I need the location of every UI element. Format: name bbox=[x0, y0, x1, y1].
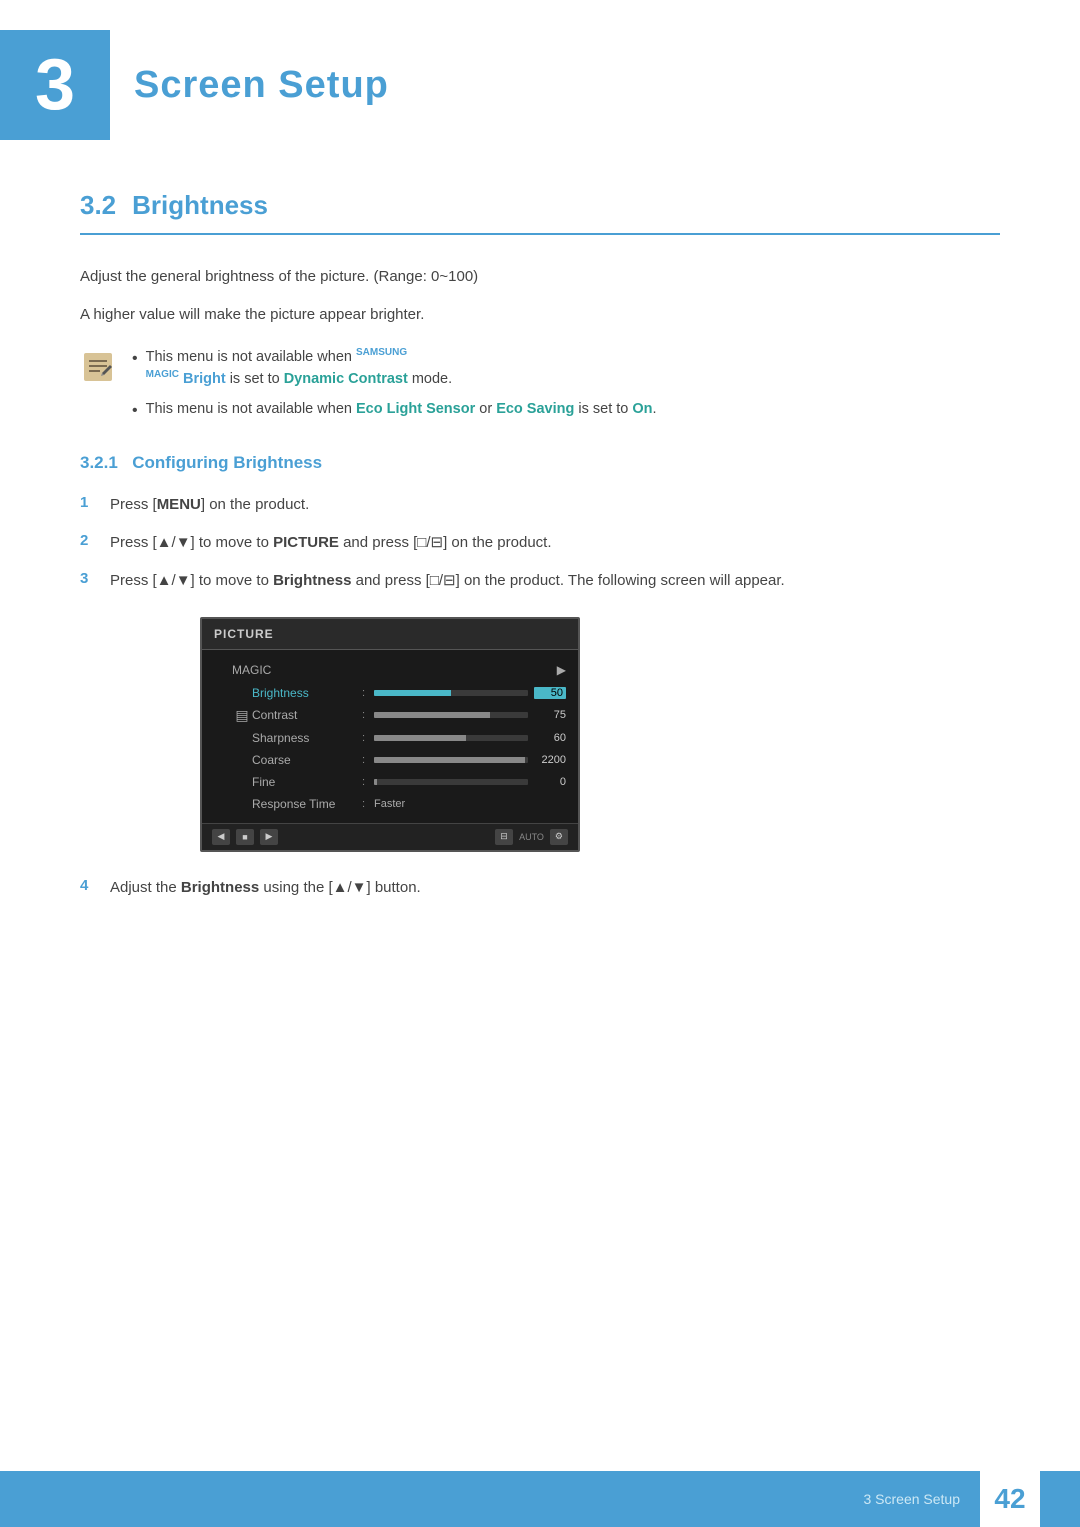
osd-coarse-fill bbox=[374, 757, 525, 763]
step-2-number: 2 bbox=[80, 531, 110, 549]
osd-screen: PICTURE MAGIC ▶ Brightness : bbox=[200, 617, 580, 852]
note-lines: This menu is not available when SAMSUNGM… bbox=[132, 347, 657, 423]
osd-btn-right: ▶ bbox=[260, 829, 278, 845]
osd-row-coarse: Coarse : 2200 bbox=[202, 749, 578, 771]
osd-contrast-bar-container: 75 bbox=[374, 709, 566, 721]
step-4-text: Adjust the Brightness using the [▲/▼] bu… bbox=[110, 876, 421, 900]
osd-row-fine: Fine : 0 bbox=[202, 771, 578, 793]
osd-contrast-icon-area: ▤ bbox=[232, 707, 252, 724]
page-number: 42 bbox=[994, 1483, 1025, 1515]
step-1-text: Press [MENU] on the product. bbox=[110, 493, 309, 517]
footer-section-label: 3 Screen Setup bbox=[0, 1491, 980, 1507]
osd-btn-left: ◀ bbox=[212, 829, 230, 845]
subsection-number: 3.2.1 bbox=[80, 453, 118, 472]
on-label: On bbox=[632, 401, 652, 417]
osd-coarse-bar bbox=[374, 757, 528, 763]
osd-coarse-bar-container: 2200 bbox=[374, 754, 566, 766]
section-title: Brightness bbox=[132, 190, 268, 221]
osd-response-label: Response Time bbox=[252, 797, 362, 811]
osd-sharpness-bar bbox=[374, 735, 528, 741]
step-2: 2 Press [▲/▼] to move to PICTURE and pre… bbox=[80, 531, 1000, 555]
osd-contrast-fill bbox=[374, 712, 490, 718]
step-3: 3 Press [▲/▼] to move to Brightness and … bbox=[80, 569, 1000, 593]
osd-auto-label: AUTO bbox=[519, 832, 544, 842]
intro-line1: Adjust the general brightness of the pic… bbox=[80, 265, 1000, 289]
osd-magic-arrow: ▶ bbox=[557, 663, 566, 677]
osd-brightness-fill bbox=[374, 690, 451, 696]
osd-sep: : bbox=[362, 687, 374, 699]
osd-brightness-label: Brightness bbox=[252, 686, 362, 700]
step-1-number: 1 bbox=[80, 493, 110, 511]
osd-sharpness-label: Sharpness bbox=[252, 731, 362, 745]
osd-response-value: Faster bbox=[374, 798, 405, 810]
osd-btn-enter: ⊟ bbox=[495, 829, 513, 845]
section-number: 3.2 bbox=[80, 190, 116, 221]
osd-brightness-value: 50 bbox=[534, 687, 566, 699]
step-4-number: 4 bbox=[80, 876, 110, 894]
osd-contrast-icon: ▤ bbox=[235, 707, 248, 724]
chapter-header: 3 Screen Setup bbox=[0, 0, 1080, 170]
eco-light-sensor-label: Eco Light Sensor bbox=[356, 401, 475, 417]
osd-row-response-time: Response Time : Faster bbox=[202, 793, 578, 815]
step-4: 4 Adjust the Brightness using the [▲/▼] … bbox=[80, 876, 1000, 900]
step-3-number: 3 bbox=[80, 569, 110, 587]
osd-contrast-value: 75 bbox=[534, 709, 566, 721]
note-icon bbox=[80, 349, 116, 385]
osd-fine-value: 0 bbox=[534, 776, 566, 788]
osd-sharpness-value: 60 bbox=[534, 732, 566, 744]
intro-line2: A higher value will make the picture app… bbox=[80, 303, 1000, 327]
osd-footer: ◀ ■ ▶ ⊟ AUTO ⚙ bbox=[202, 823, 578, 850]
page-number-box: 42 bbox=[980, 1471, 1040, 1527]
osd-fine-bar-container: 0 bbox=[374, 776, 566, 788]
eco-saving-label: Eco Saving bbox=[496, 401, 574, 417]
osd-brightness-bar-container: 50 bbox=[374, 687, 566, 699]
dynamic-contrast-label: Dynamic Contrast bbox=[284, 371, 408, 387]
osd-row-magic: MAGIC ▶ bbox=[202, 658, 578, 682]
osd-header-text: PICTURE bbox=[214, 627, 274, 641]
note-line-2: This menu is not available when Eco Ligh… bbox=[132, 399, 657, 423]
chapter-title: Screen Setup bbox=[134, 64, 389, 107]
section-heading: 3.2 Brightness bbox=[80, 190, 1000, 235]
osd-footer-nav-right: ⊟ AUTO ⚙ bbox=[495, 829, 568, 845]
osd-body: MAGIC ▶ Brightness : 50 bbox=[202, 650, 578, 823]
page-footer: 3 Screen Setup 42 bbox=[0, 1471, 1080, 1527]
step-2-text: Press [▲/▼] to move to PICTURE and press… bbox=[110, 531, 552, 555]
osd-sharpness-bar-container: 60 bbox=[374, 732, 566, 744]
osd-fine-bar bbox=[374, 779, 528, 785]
note-line-1: This menu is not available when SAMSUNGM… bbox=[132, 347, 657, 391]
osd-fine-label: Fine bbox=[252, 775, 362, 789]
osd-magic-label: MAGIC bbox=[232, 663, 271, 677]
osd-contrast-bar bbox=[374, 712, 528, 718]
main-content: 3.2 Brightness Adjust the general bright… bbox=[0, 190, 1080, 1014]
step-1: 1 Press [MENU] on the product. bbox=[80, 493, 1000, 517]
osd-btn-center: ■ bbox=[236, 829, 254, 845]
osd-brightness-bar bbox=[374, 690, 528, 696]
subsection-heading: 3.2.1 Configuring Brightness bbox=[80, 453, 1000, 473]
step-3-text: Press [▲/▼] to move to Brightness and pr… bbox=[110, 569, 785, 593]
steps-list: 1 Press [MENU] on the product. 2 Press [… bbox=[80, 493, 1000, 593]
subsection-title: Configuring Brightness bbox=[132, 453, 322, 472]
osd-footer-nav-left: ◀ ■ ▶ bbox=[212, 829, 278, 845]
osd-header: PICTURE bbox=[202, 619, 578, 650]
note-box: This menu is not available when SAMSUNGM… bbox=[80, 347, 1000, 423]
osd-coarse-label: Coarse bbox=[252, 753, 362, 767]
osd-btn-power: ⚙ bbox=[550, 829, 568, 845]
osd-fine-fill bbox=[374, 779, 377, 785]
osd-contrast-label: Contrast bbox=[252, 708, 362, 722]
osd-row-sharpness: Sharpness : 60 bbox=[202, 727, 578, 749]
chapter-number-text: 3 bbox=[35, 44, 75, 126]
chapter-number: 3 bbox=[0, 30, 110, 140]
osd-coarse-value: 2200 bbox=[534, 754, 566, 766]
bright-label: Bright bbox=[183, 371, 226, 387]
osd-row-contrast: ▤ Contrast : 75 bbox=[202, 704, 578, 727]
osd-sharpness-fill bbox=[374, 735, 466, 741]
osd-row-brightness: Brightness : 50 bbox=[202, 682, 578, 704]
osd-container: PICTURE MAGIC ▶ Brightness : bbox=[200, 617, 580, 852]
